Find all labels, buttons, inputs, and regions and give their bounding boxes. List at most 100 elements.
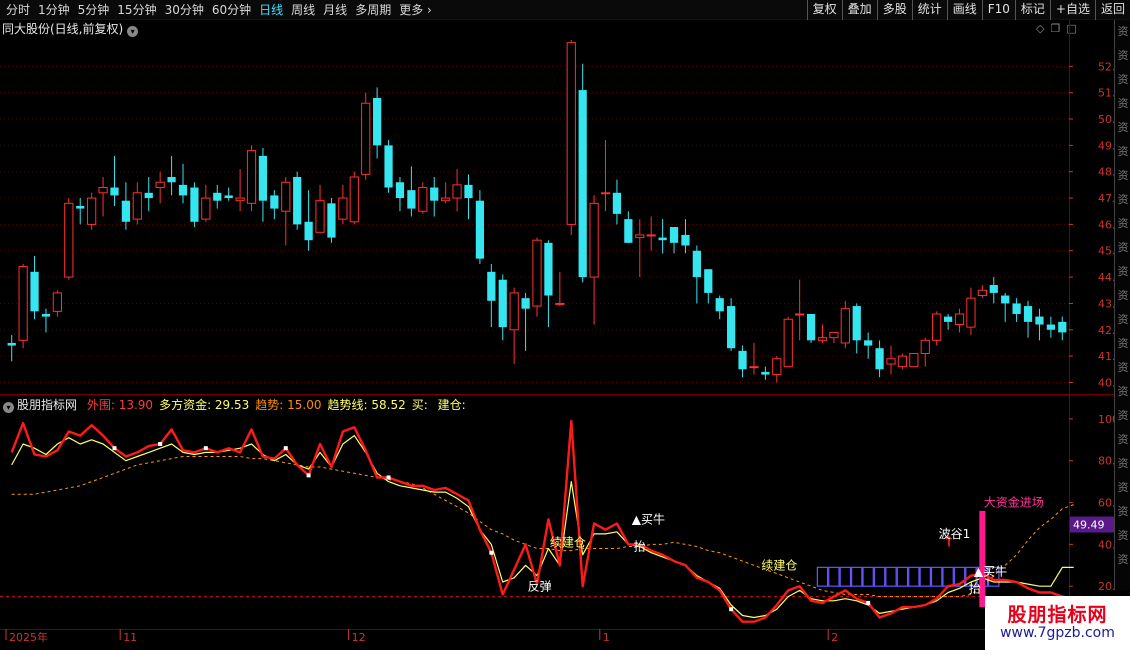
sidebar-item-21[interactable]: 资 bbox=[1115, 524, 1130, 548]
sidebar-item-7[interactable]: 资 bbox=[1115, 188, 1130, 212]
sidebar-item-12[interactable]: 资 bbox=[1115, 308, 1130, 332]
candle-body bbox=[281, 181, 291, 212]
position-box bbox=[896, 566, 909, 587]
signal-marker bbox=[203, 446, 208, 451]
candle bbox=[1046, 316, 1055, 338]
candle bbox=[41, 308, 51, 333]
candle-body bbox=[110, 187, 119, 196]
candle bbox=[270, 190, 279, 220]
candle bbox=[201, 184, 211, 222]
candle bbox=[155, 171, 165, 204]
candle-body bbox=[1001, 295, 1010, 304]
candle bbox=[1035, 308, 1044, 341]
candle-body bbox=[509, 292, 519, 331]
sidebar-item-8[interactable]: 资 bbox=[1115, 212, 1130, 236]
candle bbox=[167, 155, 176, 196]
sidebar-item-9[interactable]: 资 bbox=[1115, 236, 1130, 260]
signal-marker bbox=[729, 607, 734, 612]
candle bbox=[658, 219, 667, 254]
candle bbox=[349, 171, 359, 225]
candle-body bbox=[795, 313, 805, 316]
candle bbox=[475, 190, 485, 264]
candle-body bbox=[64, 202, 74, 278]
candle-body bbox=[30, 271, 39, 312]
sidebar-item-19[interactable]: 资 bbox=[1115, 476, 1130, 500]
candle-body bbox=[521, 298, 530, 309]
candle-body bbox=[338, 197, 348, 220]
position-box bbox=[851, 566, 863, 587]
candle bbox=[692, 245, 701, 304]
candle-body bbox=[1046, 324, 1055, 330]
position-box bbox=[942, 566, 954, 587]
candle bbox=[738, 345, 747, 378]
candle bbox=[624, 211, 633, 243]
right-sidebar: 资资资资资资资资资资资资资资资资资资资资资资资 bbox=[1114, 20, 1130, 590]
candle bbox=[132, 182, 142, 225]
candle bbox=[954, 308, 965, 333]
signal-marker bbox=[283, 446, 288, 451]
sidebar-item-14[interactable]: 资 bbox=[1115, 356, 1130, 380]
candle bbox=[566, 40, 576, 235]
candle bbox=[669, 227, 679, 254]
sidebar-item-15[interactable]: 资 bbox=[1115, 380, 1130, 404]
sidebar-item-16[interactable]: 资 bbox=[1115, 404, 1130, 428]
annotation-label: 续建仓 bbox=[761, 558, 797, 572]
candle-body bbox=[920, 339, 930, 354]
candle-body bbox=[144, 192, 153, 199]
candle-body bbox=[578, 90, 587, 278]
candle-body bbox=[817, 337, 828, 341]
date-label: 12 bbox=[352, 631, 366, 644]
candle-body bbox=[132, 192, 142, 220]
date-label: 11 bbox=[123, 631, 137, 644]
candle bbox=[281, 176, 291, 246]
candle-body bbox=[1012, 303, 1021, 314]
candle bbox=[589, 195, 599, 325]
sidebar-item-22[interactable]: 资 bbox=[1115, 548, 1130, 572]
sidebar-item-13[interactable]: 资 bbox=[1115, 332, 1130, 356]
signal-marker bbox=[112, 446, 117, 451]
sidebar-item-0[interactable]: 资 bbox=[1115, 20, 1130, 44]
position-box bbox=[930, 566, 943, 587]
candle bbox=[875, 340, 884, 378]
candle bbox=[795, 279, 805, 341]
sidebar-item-17[interactable]: 资 bbox=[1115, 428, 1130, 452]
candle bbox=[966, 287, 976, 336]
candle-body bbox=[155, 181, 165, 189]
candle-body bbox=[430, 187, 439, 201]
watermark: 股朋指标网 www.7gpzb.com bbox=[985, 596, 1130, 650]
candle-body bbox=[258, 155, 268, 201]
sidebar-item-1[interactable]: 资 bbox=[1115, 44, 1130, 68]
sidebar-item-4[interactable]: 资 bbox=[1115, 116, 1130, 140]
sidebar-item-20[interactable]: 资 bbox=[1115, 500, 1130, 524]
candle-body bbox=[190, 187, 199, 222]
candle-body bbox=[977, 289, 987, 297]
candle bbox=[87, 192, 97, 230]
sidebar-item-10[interactable]: 资 bbox=[1115, 260, 1130, 284]
candle bbox=[452, 169, 462, 212]
candle bbox=[110, 155, 119, 206]
stock-chart-app: 分时 1分钟 5分钟 15分钟 30分钟 60分钟 日线 周线 月线 多周期 更… bbox=[0, 0, 1130, 650]
candle bbox=[293, 171, 302, 230]
position-box bbox=[862, 566, 874, 587]
candle bbox=[521, 292, 530, 351]
candle bbox=[532, 237, 542, 317]
candle bbox=[464, 174, 473, 220]
candle-body bbox=[52, 292, 62, 312]
sidebar-item-18[interactable]: 资 bbox=[1115, 452, 1130, 476]
candle-body bbox=[555, 302, 565, 305]
sidebar-item-2[interactable]: 资 bbox=[1115, 68, 1130, 92]
candle-body bbox=[293, 176, 302, 225]
annotation-label: ▲买牛 bbox=[974, 564, 1007, 579]
candle-body bbox=[395, 182, 405, 199]
position-box bbox=[828, 566, 840, 587]
chart-canvas[interactable]: 40.0041.0042.0043.0044.0045.0046.0047.00… bbox=[0, 0, 1130, 650]
candle-body bbox=[886, 358, 896, 365]
sidebar-item-5[interactable]: 资 bbox=[1115, 140, 1130, 164]
candle bbox=[943, 313, 953, 330]
candle bbox=[373, 87, 382, 159]
candle bbox=[338, 184, 348, 225]
candle bbox=[932, 311, 942, 346]
sidebar-item-11[interactable]: 资 bbox=[1115, 284, 1130, 308]
sidebar-item-6[interactable]: 资 bbox=[1115, 164, 1130, 188]
sidebar-item-3[interactable]: 资 bbox=[1115, 92, 1130, 116]
